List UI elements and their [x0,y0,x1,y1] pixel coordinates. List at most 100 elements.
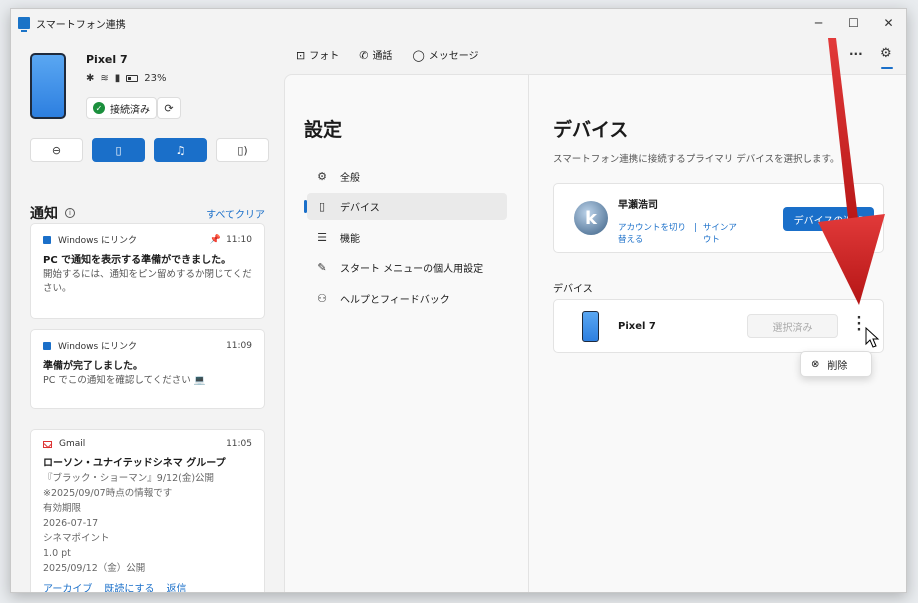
notification-app: Gmail [59,439,86,449]
device-name: Pixel 7 [618,321,656,332]
phone-status: ✱ ≋ ▮ 23% [86,73,167,84]
notification-line: 2026-07-17 [43,518,99,529]
window-title: スマートフォン連携 [36,19,126,31]
phone-panel: Pixel 7 ✱ ≋ ▮ 23% ✓ 接続済み ⟳ ⊖ ▯ ♫ ▯) 通知 i… [11,37,284,592]
wifi-icon: ≋ [100,73,109,84]
tab-calls[interactable]: ✆ 通話 [359,47,392,62]
tab-photos-label: フォト [309,51,340,62]
nav-label: 全般 [340,173,360,184]
notification-card[interactable]: Gmail 11:05 ローソン・ユナイテッドシネマ グループ 『ブラック・ショ… [30,429,265,592]
account-card: k 早瀬浩司 アカウントを切り替える | サインアウト デバイスの追加 [553,183,884,253]
app-window: スマートフォン連携 ─ ☐ ✕ Pixel 7 ✱ ≋ ▮ 23% ✓ 接続済み… [10,8,907,593]
notification-card[interactable]: Windows にリンク 📌 11:10 PC で通知を表示する準備ができました… [30,223,265,319]
quick-actions: ⊖ ▯ ♫ ▯) [30,138,269,162]
account-name: 早瀬浩司 [618,200,658,211]
tab-photos[interactable]: ⊡ フォト [296,47,339,62]
do-not-disturb-button[interactable]: ⊖ [30,138,83,162]
nav-label: スタート メニューの個人用設定 [340,264,484,275]
top-nav: ⊡ フォト ✆ 通話 ◯ メッセージ [296,47,479,62]
account-links: アカウントを切り替える | サインアウト [618,222,743,246]
settings-panel: 設定 ⚙ 全般 ▯ デバイス ☰ 機能 ✎ スタート メニューの個人用設定 ⚇ … [284,74,906,592]
mark-read-link[interactable]: 既読にする [104,580,154,592]
add-device-button[interactable]: デバイスの追加 [783,207,874,231]
more-button[interactable]: ··· [849,47,863,61]
notifications-header: 通知 i すべてクリア [30,203,265,223]
link-to-windows-icon [43,341,51,350]
sign-out-link[interactable]: サインアウト [703,222,743,246]
app-icon [18,17,30,32]
archive-link[interactable]: アーカイブ [43,580,92,592]
clear-all-link[interactable]: すべてクリア [206,206,265,221]
nav-label: ヘルプとフィードバック [340,295,450,306]
connection-label: 接続済み [110,104,150,116]
tab-calls-label: 通話 [372,51,393,62]
settings-gear-icon[interactable]: ⚙ [880,46,892,61]
notification-title: 準備が完了しました。 [43,361,143,372]
close-button[interactable]: ✕ [871,9,906,37]
notification-app: Windows にリンク [58,342,138,352]
reply-link[interactable]: 返信 [167,580,187,592]
nav-label: 機能 [340,234,360,245]
pen-icon: ✎ [317,261,327,274]
settings-tab-indicator [881,67,893,69]
notification-header: Windows にリンク 📌 11:10 [43,233,252,246]
refresh-button[interactable]: ⟳ [157,97,181,119]
device-card: Pixel 7 選択済み · · · [553,299,884,353]
devices-section-title: デバイス [553,284,593,295]
window-controls: ─ ☐ ✕ [801,9,906,37]
active-indicator [304,200,307,213]
minimize-button[interactable]: ─ [801,9,836,37]
phone-name: Pixel 7 [86,53,128,66]
notification-app: Windows にリンク [58,236,138,246]
info-icon[interactable]: i [65,208,75,218]
selected-button: 選択済み [747,314,838,338]
gmail-icon [43,440,52,448]
page-title: デバイス [553,119,629,141]
notification-line: 2025/09/12（金）公開 [43,563,146,574]
notification-line: 『ブラック・ショーマン』9/12(金)公開 [43,473,215,484]
link-separator: | [694,223,697,233]
pin-icon[interactable]: 📌 [210,235,221,245]
vibrate-button[interactable]: ▯ [92,138,145,162]
battery-level: 23% [144,73,167,84]
connection-status: ✓ 接続済み [86,97,157,119]
help-icon: ⚇ [317,292,327,305]
settings-nav-start-menu[interactable]: ✎ スタート メニューの個人用設定 [307,254,507,281]
audio-output-button[interactable]: ▯) [216,138,269,162]
phone-icon [582,311,599,342]
maximize-button[interactable]: ☐ [836,9,871,37]
more-options-icon[interactable]: · · · [854,312,864,337]
switch-account-link[interactable]: アカウントを切り替える [618,222,688,246]
page-description: スマートフォン連携に接続するプライマリ デバイスを選択します。 [553,154,840,165]
notifications-title: 通知 [30,206,58,222]
delete-menu-item[interactable]: 削除 [827,357,847,372]
list-icon: ☰ [317,231,327,244]
notification-time: 11:05 [226,439,252,449]
settings-nav-general[interactable]: ⚙ 全般 [307,163,507,190]
notification-card[interactable]: Windows にリンク 11:09 準備が完了しました。 PC でこの通知を確… [30,329,265,409]
notification-time: 11:10 [226,234,252,245]
notification-body: PC でこの通知を確認してください 💻 [43,375,206,386]
notification-body: 開始するには、通知をピン留めするか閉じてください。 [43,269,252,294]
phone-call-icon: ✆ [359,49,369,62]
delete-icon: ⊗ [811,358,820,370]
notification-title: ローソン・ユナイテッドシネマ グループ [43,458,226,469]
phone-image [30,53,66,119]
notification-line: 有効期限 [43,503,82,514]
notification-time: 11:09 [226,340,252,351]
nav-label: デバイス [340,203,380,214]
avatar: k [574,201,608,235]
phone-icon: ▯ [318,200,326,213]
tab-messages[interactable]: ◯ メッセージ [412,47,478,62]
title-bar: スマートフォン連携 ─ ☐ ✕ [11,9,906,37]
settings-content: デバイス スマートフォン連携に接続するプライマリ デバイスを選択します。 k 早… [529,75,906,592]
settings-nav-devices[interactable]: ▯ デバイス [304,193,507,220]
settings-nav: 設定 ⚙ 全般 ▯ デバイス ☰ 機能 ✎ スタート メニューの個人用設定 ⚇ … [285,75,529,592]
settings-nav-help[interactable]: ⚇ ヘルプとフィードバック [307,285,507,312]
link-to-windows-icon [43,235,51,244]
tab-messages-label: メッセージ [428,51,479,62]
media-button[interactable]: ♫ [154,138,207,162]
notification-header: Windows にリンク 11:09 [43,339,252,352]
notification-actions: アーカイブ 既読にする 返信 [43,580,252,592]
settings-nav-features[interactable]: ☰ 機能 [307,224,507,251]
